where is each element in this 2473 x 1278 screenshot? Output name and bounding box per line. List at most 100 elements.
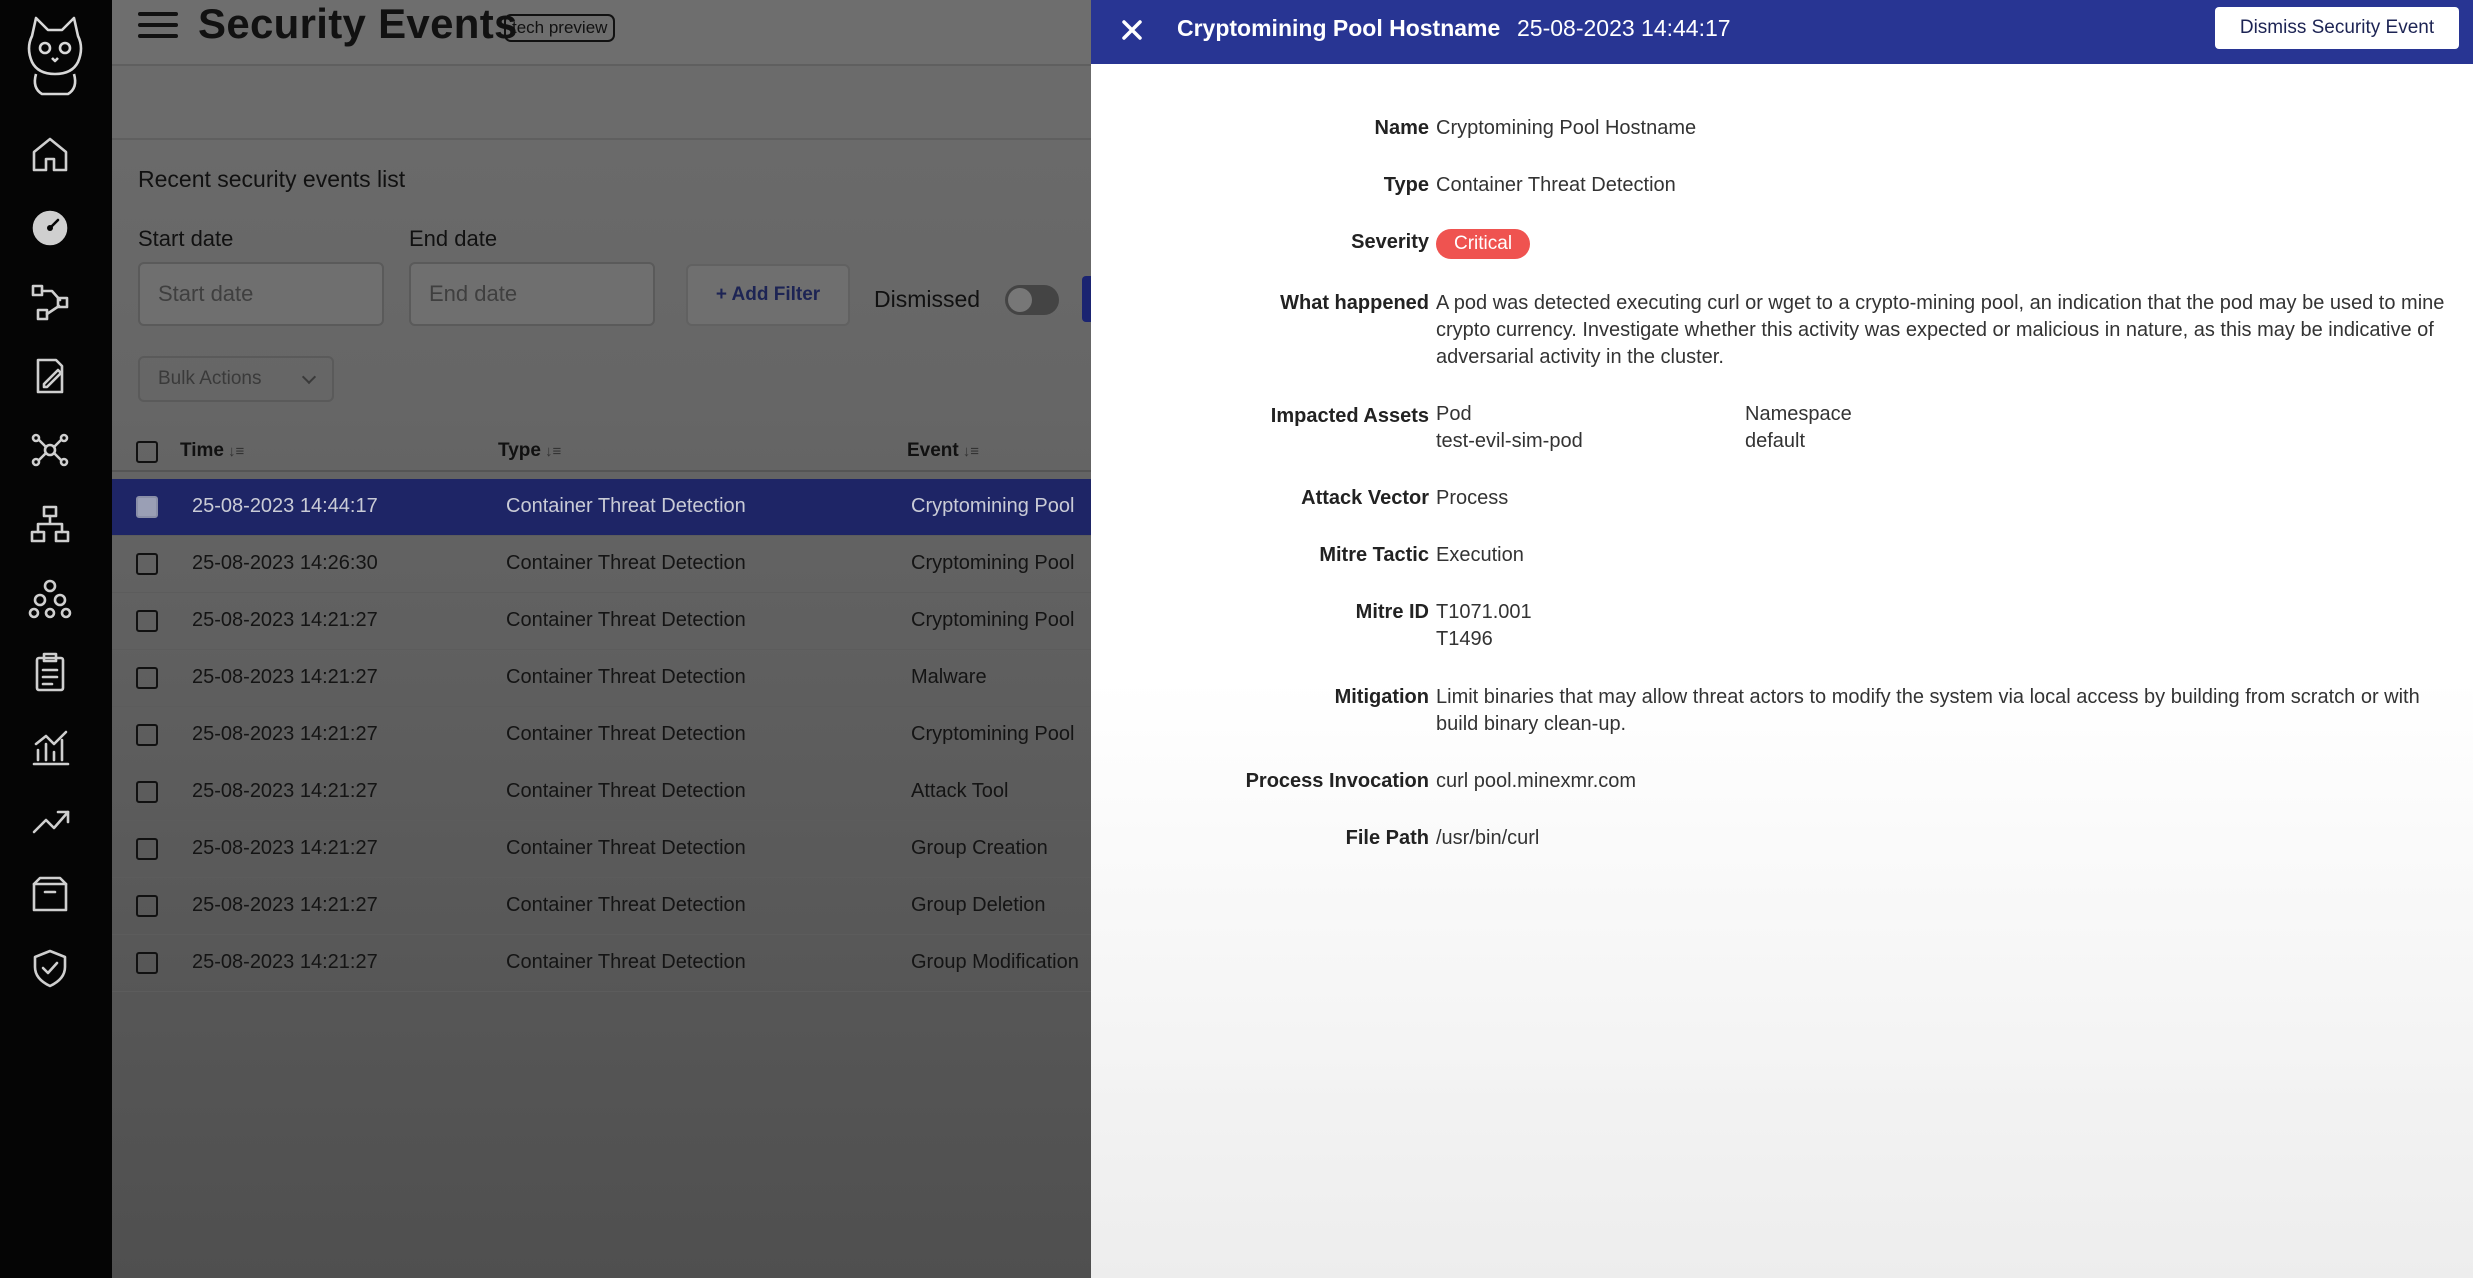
main-content: Security Events tech preview Recent secu… [112,0,1092,1278]
table-row[interactable]: 25-08-2023 14:21:27 Container Threat Det… [112,764,1092,821]
mitre-tactic-label: Mitre Tactic [1319,544,1429,566]
table-row[interactable]: 25-08-2023 14:21:27 Container Threat Det… [112,707,1092,764]
row-event: Cryptomining Pool [911,723,1075,745]
row-checkbox[interactable] [136,952,158,974]
file-path-value: /usr/bin/curl [1436,827,1540,849]
close-icon[interactable] [1117,15,1147,45]
hierarchy-icon[interactable] [28,502,72,546]
row-checkbox[interactable] [136,895,158,917]
event-detail-drawer: Cryptomining Pool Hostname 25-08-2023 14… [1091,0,2473,1278]
row-checkbox[interactable] [136,553,158,575]
bulk-actions-label: Bulk Actions [158,368,262,389]
sort-icon[interactable]: ↓≡ [963,443,979,460]
row-type: Container Threat Detection [506,780,746,802]
pod-label: Pod [1436,403,1472,425]
column-time[interactable]: Time ↓≡ [180,440,244,462]
package-icon[interactable] [28,872,72,916]
analytics-icon[interactable] [28,724,72,768]
mitre-id-value: T1071.001 [1436,601,1532,623]
pod-value: test-evil-sim-pod [1436,430,1583,452]
row-checkbox[interactable] [136,610,158,632]
mitre-id-label: Mitre ID [1355,601,1429,623]
row-time: 25-08-2023 14:21:27 [192,780,378,802]
row-checkbox[interactable] [136,667,158,689]
dismiss-security-event-button[interactable]: Dismiss Security Event [2215,7,2459,49]
trending-up-icon[interactable] [28,798,72,842]
row-checkbox[interactable] [136,724,158,746]
sort-icon[interactable]: ↓≡ [228,443,244,460]
table-header: Time ↓≡ Type ↓≡ Event ↓≡ [112,432,1092,472]
name-value: Cryptomining Pool Hostname [1436,117,1697,139]
severity-badge: Critical [1436,229,1531,259]
workflow-icon[interactable] [28,280,72,324]
dismissed-toggle[interactable] [1005,285,1059,315]
row-checkbox[interactable] [136,496,158,518]
clipboard-icon[interactable] [28,650,72,694]
row-time: 25-08-2023 14:21:27 [192,666,378,688]
row-time: 25-08-2023 14:44:17 [192,495,378,517]
shield-check-icon[interactable] [28,946,72,990]
select-all-checkbox[interactable] [136,441,158,463]
column-type[interactable]: Type ↓≡ [498,440,561,462]
row-event: Cryptomining Pool [911,609,1075,631]
attack-vector-label: Attack Vector [1301,487,1429,509]
drawer-title: Cryptomining Pool Hostname [1177,15,1501,41]
add-filter-button[interactable]: + Add Filter [686,264,850,326]
process-invocation-value: curl pool.minexmr.com [1436,770,1637,792]
row-type: Container Threat Detection [506,894,746,916]
report-edit-icon[interactable] [28,354,72,398]
list-heading: Recent security events list [138,166,406,192]
hamburger-menu-icon[interactable] [138,12,178,42]
sub-toolbar [112,68,1092,140]
end-date-label: End date [409,226,498,251]
row-type: Container Threat Detection [506,666,746,688]
table-row[interactable]: 25-08-2023 14:21:27 Container Threat Det… [112,878,1092,935]
home-icon[interactable] [28,132,72,176]
table-row[interactable]: 25-08-2023 14:21:27 Container Threat Det… [112,593,1092,650]
table-row[interactable]: 25-08-2023 14:21:27 Container Threat Det… [112,935,1092,992]
bulk-actions-dropdown[interactable]: Bulk Actions [138,356,334,402]
column-event[interactable]: Event ↓≡ [907,440,979,462]
tech-preview-badge: tech preview [504,14,616,42]
row-event: Group Deletion [911,894,1046,916]
row-type: Container Threat Detection [506,837,746,859]
what-happened-value: A pod was detected executing curl or wge… [1436,292,2445,368]
start-date-input[interactable] [138,262,384,326]
drawer-header: Cryptomining Pool Hostname 25-08-2023 14… [1091,0,2473,64]
row-time: 25-08-2023 14:26:30 [192,552,378,574]
mitre-id-value: T1496 [1436,628,1493,650]
row-type: Container Threat Detection [506,552,746,574]
chevron-down-icon [301,369,317,385]
table-row[interactable]: 25-08-2023 14:21:27 Container Threat Det… [112,821,1092,878]
cat-logo-icon[interactable] [22,14,88,96]
end-date-input[interactable] [409,262,655,326]
dashboard-gauge-icon[interactable] [28,206,72,250]
table-row[interactable]: 25-08-2023 14:44:17 Container Threat Det… [112,479,1092,536]
type-label: Type [1383,174,1429,196]
row-event: Group Creation [911,837,1048,859]
page-title: Security Events [198,0,518,47]
row-type: Container Threat Detection [506,495,746,517]
what-happened-label: What happened [1280,292,1429,314]
mitre-tactic-value: Execution [1436,544,1524,566]
sort-icon[interactable]: ↓≡ [545,443,561,460]
mitigation-label: Mitigation [1334,686,1429,708]
network-nodes-icon[interactable] [28,428,72,472]
table-row[interactable]: 25-08-2023 14:26:30 Container Threat Det… [112,536,1092,593]
type-value: Container Threat Detection [1436,174,1676,196]
row-checkbox[interactable] [136,781,158,803]
namespace-label: Namespace [1745,403,1852,425]
row-time: 25-08-2023 14:21:27 [192,723,378,745]
nav-rail [0,0,112,1278]
start-date-label: Start date [138,226,234,251]
impacted-assets-label: Impacted Assets [1270,405,1429,427]
name-label: Name [1374,117,1429,139]
row-time: 25-08-2023 14:21:27 [192,894,378,916]
row-type: Container Threat Detection [506,723,746,745]
top-bar: Security Events tech preview [112,0,1092,66]
table-row[interactable]: 25-08-2023 14:21:27 Container Threat Det… [112,650,1092,707]
attack-vector-value: Process [1436,487,1509,509]
severity-label: Severity [1351,231,1429,253]
cluster-icon[interactable] [28,576,72,620]
row-checkbox[interactable] [136,838,158,860]
